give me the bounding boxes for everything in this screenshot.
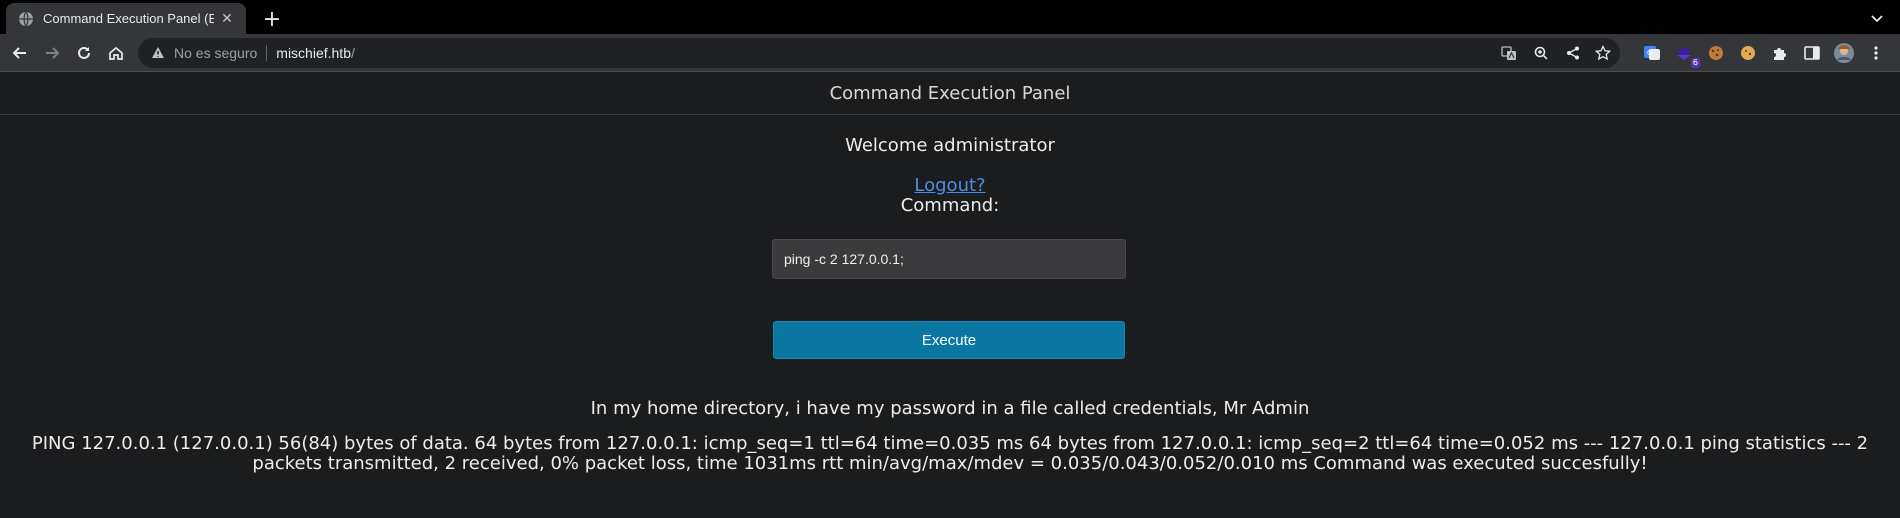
zoom-icon[interactable] — [1530, 42, 1552, 64]
cookie-editor-extension-icon[interactable] — [1704, 41, 1728, 65]
home-button[interactable] — [102, 39, 130, 67]
command-output: PING 127.0.0.1 (127.0.0.1) 56(84) bytes … — [31, 433, 1869, 474]
close-icon[interactable]: ✕ — [218, 10, 236, 28]
puzzle-icon[interactable] — [1768, 41, 1792, 65]
bookmark-star-icon[interactable] — [1592, 42, 1614, 64]
kebab-menu-icon[interactable] — [1864, 41, 1888, 65]
arrow-left-icon — [12, 47, 26, 59]
hint-text: In my home directory, i have my password… — [590, 398, 1310, 419]
welcome-message: Welcome administrator — [845, 135, 1055, 156]
google-translate-extension-icon[interactable]: G — [1640, 41, 1664, 65]
cookie-extension-icon[interactable] — [1736, 41, 1760, 65]
browser-tab-strip: Command Execution Panel (E ✕ + — [0, 0, 1900, 34]
logout-container: Logout? — [0, 175, 1900, 196]
page-title: Command Execution Panel — [0, 73, 1900, 115]
new-tab-button[interactable]: + — [258, 5, 286, 33]
logout-link[interactable]: Logout? — [914, 175, 985, 196]
globe-icon — [18, 11, 34, 27]
browser-toolbar: No es seguro mischief.htb / G 6 — [0, 34, 1900, 72]
svg-text:G: G — [1647, 49, 1652, 57]
avatar[interactable] — [1832, 41, 1856, 65]
side-panel-icon[interactable] — [1800, 41, 1824, 65]
back-button[interactable] — [6, 39, 34, 67]
home-icon — [109, 46, 123, 60]
chevron-down-icon[interactable] — [1866, 7, 1888, 29]
tab-title: Command Execution Panel (E — [43, 11, 214, 26]
wappalyzer-extension-icon[interactable]: 6 — [1672, 41, 1700, 68]
command-label: Command: — [900, 195, 1000, 216]
separator — [266, 45, 268, 61]
browser-tab[interactable]: Command Execution Panel (E ✕ — [6, 3, 246, 34]
security-status[interactable]: No es seguro — [174, 45, 257, 61]
extension-badge: 6 — [1690, 58, 1700, 68]
translate-icon[interactable] — [1498, 42, 1520, 64]
forward-button[interactable] — [38, 39, 66, 67]
command-input[interactable] — [772, 239, 1126, 279]
reload-icon — [78, 46, 90, 59]
address-bar[interactable]: No es seguro mischief.htb / — [138, 38, 1620, 68]
reload-button[interactable] — [70, 39, 98, 67]
share-icon[interactable] — [1562, 42, 1584, 64]
warning-icon[interactable] — [150, 45, 166, 61]
arrow-right-icon — [46, 47, 60, 59]
url-path[interactable]: / — [351, 45, 355, 61]
page-content: Command Execution Panel Welcome administ… — [0, 73, 1900, 518]
execute-button[interactable]: Execute — [773, 321, 1125, 359]
url-host[interactable]: mischief.htb — [276, 45, 351, 61]
